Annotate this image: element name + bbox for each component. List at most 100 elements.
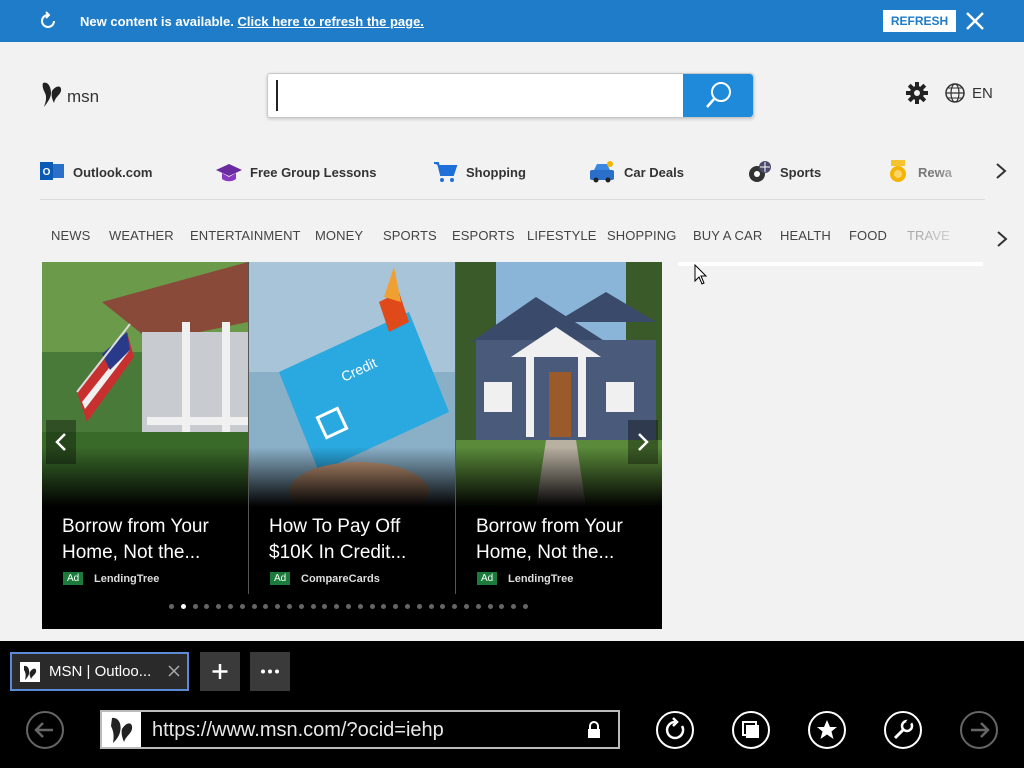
refresh-button[interactable]: REFRESH [883, 10, 956, 32]
carousel-dot[interactable] [169, 604, 174, 609]
carousel-dot[interactable] [322, 604, 328, 609]
category-nav: NEWS WEATHER ENTERTAINMENT MONEY SPORTS … [40, 226, 985, 246]
carousel-dot[interactable] [405, 604, 410, 609]
url-text: https://www.msn.com/?ocid=iehp [152, 719, 444, 741]
carousel-dot[interactable] [204, 604, 210, 609]
nav-item-shopping[interactable]: SHOPPING [607, 228, 676, 243]
address-bar[interactable]: https://www.msn.com/?ocid=iehp [100, 710, 620, 749]
gear-icon[interactable] [906, 82, 928, 104]
language-label: EN [972, 85, 993, 102]
carousel-dot[interactable] [298, 604, 304, 609]
carousel-card[interactable]: Credit How To Pay Off $10K In Credit... … [249, 262, 455, 594]
quick-link-label: Outlook.com [73, 165, 153, 180]
quick-link-label: Car Deals [624, 165, 684, 180]
carousel-dot[interactable] [511, 604, 517, 609]
tab-title: MSN | Outloo... [49, 663, 152, 680]
carousel-dot[interactable] [228, 604, 233, 609]
search-button[interactable] [683, 74, 753, 117]
nav-fade [920, 226, 985, 246]
notification-text: New content is available. [80, 14, 234, 29]
cart-icon [434, 162, 458, 182]
nav-item-lifestyle[interactable]: LIFESTYLE [527, 228, 597, 243]
back-icon[interactable] [25, 710, 65, 750]
carousel-dots [169, 604, 539, 612]
carousel-dot[interactable] [523, 604, 528, 609]
nav-item-money[interactable]: MONEY [315, 228, 363, 243]
card-source: CompareCards [301, 573, 380, 585]
carousel-dot[interactable] [251, 604, 257, 609]
globe-icon [945, 83, 965, 103]
nav-item-entertainment[interactable]: ENTERTAINMENT [190, 228, 301, 243]
chevron-right-icon[interactable] [994, 230, 1010, 248]
notification-bar: New content is available. Click here to … [0, 0, 1024, 42]
svg-text:O: O [43, 167, 51, 178]
forward-icon[interactable] [959, 710, 999, 750]
carousel-dot[interactable] [369, 604, 375, 609]
carousel-dot[interactable] [393, 604, 399, 609]
card-title[interactable]: Borrow from Your Home, Not the... [62, 514, 242, 566]
carousel-prev-button[interactable] [46, 420, 76, 464]
quick-link-label: Shopping [466, 165, 526, 180]
carousel-next-button[interactable] [628, 420, 658, 464]
card-shade [249, 447, 455, 507]
carousel-dot[interactable] [180, 604, 186, 609]
msn-logo[interactable]: msn [40, 79, 110, 109]
carousel-dot[interactable] [357, 604, 363, 609]
carousel-dot[interactable] [475, 604, 481, 609]
carousel-dot[interactable] [216, 604, 222, 609]
search-input[interactable] [276, 80, 676, 111]
carousel-dot[interactable] [452, 604, 458, 609]
right-panel [678, 262, 983, 266]
carousel-dot[interactable] [263, 604, 269, 609]
chevron-right-icon[interactable] [993, 162, 1009, 180]
medal-icon [890, 160, 906, 182]
carousel-dot[interactable] [464, 604, 469, 609]
carousel-dot[interactable] [499, 604, 505, 609]
wrench-icon[interactable] [883, 710, 923, 750]
nav-item-health[interactable]: HEALTH [780, 228, 831, 243]
card-title[interactable]: Borrow from Your Home, Not the... [476, 514, 656, 566]
ad-badge: Ad [270, 572, 291, 585]
carousel-dot[interactable] [287, 604, 292, 609]
quick-link-label: Free Group Lessons [250, 165, 377, 180]
car-icon [590, 161, 614, 183]
card-title[interactable]: How To Pay Off $10K In Credit... [269, 514, 449, 566]
nav-item-esports[interactable]: ESPORTS [452, 228, 515, 243]
browser-tab[interactable]: MSN | Outloo... [10, 652, 189, 691]
close-tab-icon[interactable] [166, 663, 182, 679]
notification-message: New content is available. Click here to … [80, 14, 424, 29]
msn-logo-text: msn [67, 87, 100, 106]
new-tab-button[interactable] [200, 652, 240, 691]
carousel-dot[interactable] [428, 604, 434, 609]
carousel-dot[interactable] [310, 604, 316, 609]
carousel-dot[interactable] [192, 604, 198, 609]
nav-item-food[interactable]: FOOD [849, 228, 887, 243]
msn-favicon-icon [111, 717, 133, 743]
ellipsis-icon [261, 669, 279, 674]
nav-item-sports[interactable]: SPORTS [383, 228, 437, 243]
carousel-dot[interactable] [346, 604, 351, 609]
chevron-right-icon [638, 433, 649, 451]
plus-icon [212, 664, 228, 679]
carousel-dot[interactable] [381, 604, 387, 609]
language-selector[interactable]: EN [944, 82, 1004, 104]
carousel-dot[interactable] [334, 604, 340, 609]
carousel-dot[interactable] [239, 604, 245, 609]
divider [40, 199, 985, 200]
tab-options-button[interactable] [250, 652, 290, 691]
nav-item-news[interactable]: NEWS [51, 228, 90, 243]
refresh-icon[interactable] [655, 710, 695, 750]
close-notification-icon[interactable] [963, 9, 987, 33]
carousel-dot[interactable] [487, 604, 493, 609]
carousel-dot[interactable] [275, 604, 281, 609]
lock-icon[interactable] [586, 721, 602, 739]
refresh-page-link[interactable]: Click here to refresh the page. [238, 14, 424, 29]
carousel-dot[interactable] [440, 604, 446, 609]
msn-favicon-icon [20, 662, 40, 682]
carousel-dot[interactable] [416, 604, 422, 609]
search-box [267, 73, 754, 118]
favorites-star-icon[interactable] [807, 710, 847, 750]
nav-item-weather[interactable]: WEATHER [109, 228, 174, 243]
nav-item-buy-a-car[interactable]: BUY A CAR [693, 228, 762, 243]
tabs-icon[interactable] [731, 710, 771, 750]
